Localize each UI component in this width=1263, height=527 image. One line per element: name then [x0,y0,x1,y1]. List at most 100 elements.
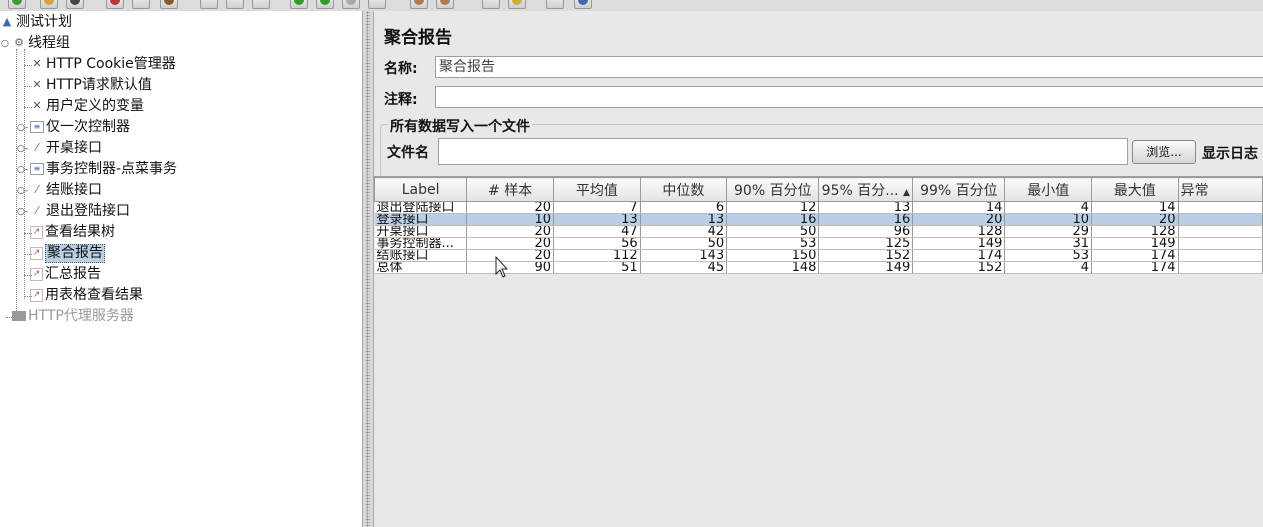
remote-stop-icon[interactable] [436,0,454,9]
tree-item-label: 仅一次控制器 [46,119,130,135]
table-cell-value: 14 [1091,201,1179,214]
collapse-icon[interactable] [226,0,244,9]
tree-item-user-variables[interactable]: ✕ 用户定义的变量 [30,96,144,116]
tree-item-http-defaults[interactable]: ✕ HTTP请求默认值 [30,75,151,95]
stop-icon[interactable] [342,0,360,9]
table-cell-label: 结账接口 [374,249,468,262]
column-header-samples[interactable]: # 样本 [466,177,555,202]
tree-item-checkout-api[interactable]: ⁄ 结账接口 [30,180,102,200]
splitter-grip[interactable] [366,11,370,527]
column-header-median[interactable]: 中位数 [639,177,728,202]
name-field[interactable]: 聚合报告 [435,56,1263,78]
test-plan-tree: ▲ 测试计划 ○ ⚙ 线程组 ✕ HTTP Cookie管理器 ✕ HTTP请求默认值 … [0,11,362,527]
column-header-text: 最小值 [1027,182,1070,199]
toggle-icon[interactable] [252,0,270,9]
tree-item-once-controller[interactable]: ≡ 仅一次控制器 [30,117,130,137]
tree-item-summary-report[interactable]: ↗ 汇总报告 [30,264,101,284]
tree-item-label: HTTP代理服务器 [28,308,134,324]
table-cell-value: 10 [466,213,555,226]
column-header-error[interactable]: 异常 [1177,177,1263,202]
table-cell-value: 125 [818,237,914,250]
expand-toggle-icon[interactable]: ○- [17,165,28,175]
column-header-average[interactable]: 平均值 [553,177,641,202]
table-cell-value: 12 [726,201,820,214]
column-header-text: # 样本 [488,182,533,199]
search-icon[interactable] [482,0,500,9]
table-cell-value: 174 [1091,249,1179,262]
show-log-label[interactable]: 显示日志 [1202,143,1258,163]
column-header-min[interactable]: 最小值 [1004,177,1093,202]
expand-toggle-icon[interactable]: ○- [17,207,28,217]
table-cell-value: 13 [640,213,728,226]
expand-toggle-icon[interactable]: ○- [17,123,28,133]
table-row[interactable]: 登录接口 10 13 13 16 16 20 10 20 [374,213,1263,226]
column-header-90-percentile[interactable]: 90% 百分位 [726,177,820,202]
tree-item-view-results-table[interactable]: ↗ 用表格查看结果 [30,285,143,305]
column-header-99-percentile[interactable]: 99% 百分位 [912,177,1006,202]
tree-item-logout-api[interactable]: ⁄ 退出登陆接口 [30,201,130,221]
tree-item-view-results-tree[interactable]: ↗ 查看结果树 [30,222,115,242]
expand-toggle-icon[interactable]: ○- [17,144,28,154]
tree-item-cookie-manager[interactable]: ✕ HTTP Cookie管理器 [30,54,175,74]
table-row[interactable]: 开桌接口 20 47 42 50 96 128 29 128 [374,225,1263,238]
cut-icon[interactable] [106,0,124,9]
table-cell-value: 20 [912,213,1006,226]
tree-item-label: 开桌接口 [46,140,102,156]
expand-icon[interactable] [200,0,218,9]
table-row[interactable]: 事务控制器... 20 56 50 53 125 149 31 149 [374,237,1263,250]
tree-item-thread-group[interactable]: ⚙ 线程组 [12,33,70,53]
table-cell-value: 51 [553,261,641,274]
save-icon[interactable] [66,0,84,9]
table-cell-value: 148 [726,261,820,274]
paste-icon[interactable] [160,0,178,9]
column-header-text: 平均值 [575,182,618,199]
new-icon[interactable] [8,0,26,9]
table-cell-value: 152 [912,261,1006,274]
table-cell-value: 152 [818,249,914,262]
tree-item-http-proxy[interactable]: HTTP代理服务器 [12,306,134,326]
table-cell-value: 20 [466,237,555,250]
table-cell-value: 112 [553,249,641,262]
copy-icon[interactable] [132,0,150,9]
column-header-label[interactable]: Label [374,177,468,202]
proxy-icon [12,311,26,321]
tree-item-open-table-api[interactable]: ⁄ 开桌接口 [30,138,102,158]
tree-item-label: 汇总报告 [45,266,101,282]
column-header-95-percentile[interactable]: 95% 百分... ▲ [818,177,914,202]
browse-button[interactable]: 浏览... [1132,140,1196,164]
table-row[interactable]: 退出登陆接口 20 7 6 12 13 14 4 14 [374,201,1263,214]
panel-title: 聚合报告 [384,28,452,48]
comment-field[interactable] [435,86,1263,108]
table-cell-value: 128 [912,225,1006,238]
table-cell-value: 45 [640,261,728,274]
table-cell-label: 总体 [374,261,468,274]
table-cell-value: 29 [1004,225,1093,238]
controller-icon: ≡ [30,121,44,133]
column-header-max[interactable]: 最大值 [1091,177,1179,202]
open-icon[interactable] [40,0,58,9]
tree-item-transaction-controller[interactable]: ≡ 事务控制器-点菜事务 [30,159,177,179]
table-cell-value [1178,201,1263,214]
table-cell-label: 退出登陆接口 [374,201,468,214]
tree-item-label: 线程组 [28,35,70,51]
table-cell-value: 53 [1004,249,1093,262]
table-cell-value: 53 [726,237,820,250]
table-cell-value: 10 [1004,213,1093,226]
table-cell-value: 4 [1004,201,1093,214]
filename-input[interactable] [438,138,1128,165]
help-icon[interactable] [574,0,592,9]
tree-item-aggregate-report[interactable]: ↗ 聚合报告 [30,243,105,263]
table-cell-value: 56 [553,237,641,250]
remote-start-icon[interactable] [410,0,428,9]
listener-chart-icon: ↗ [30,246,43,260]
table-cell-value: 174 [1091,261,1179,274]
shutdown-icon[interactable] [368,0,386,9]
expand-toggle-icon[interactable]: ○ [1,39,9,49]
panel-splitter[interactable] [362,11,374,527]
function-helper-icon[interactable] [546,0,564,9]
start-icon[interactable] [290,0,308,9]
expand-toggle-icon[interactable]: ○- [17,186,28,196]
clear-icon[interactable] [508,0,526,9]
tree-item-test-plan[interactable]: ▲ 测试计划 [0,12,72,32]
start-no-pause-icon[interactable] [316,0,334,9]
